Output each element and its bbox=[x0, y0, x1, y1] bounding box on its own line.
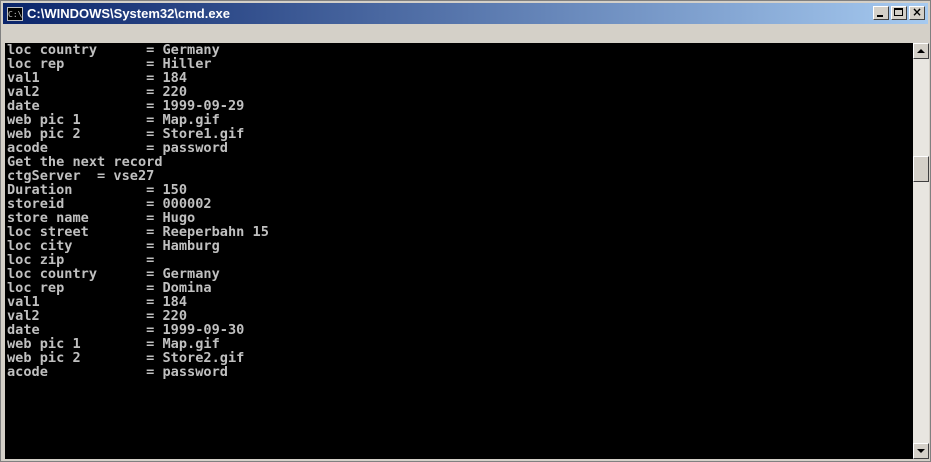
scroll-thumb[interactable] bbox=[913, 156, 929, 182]
console-line: date = 1999-09-30 bbox=[7, 322, 245, 338]
console-line: acode = password bbox=[7, 140, 228, 156]
console-line: loc rep = Hiller bbox=[7, 56, 212, 72]
title-bar[interactable]: C:\ C:\WINDOWS\System32\cmd.exe × bbox=[3, 3, 928, 24]
console-line: val1 = 184 bbox=[7, 294, 188, 310]
minimize-button[interactable] bbox=[873, 6, 889, 20]
cmd-window: C:\ C:\WINDOWS\System32\cmd.exe × loc co… bbox=[0, 0, 931, 462]
minimize-icon bbox=[877, 15, 883, 17]
console-line: loc zip = bbox=[7, 252, 155, 268]
console-line: loc rep = Domina bbox=[7, 280, 212, 296]
console-line: val1 = 184 bbox=[7, 70, 188, 86]
console-line: web pic 2 = Store2.gif bbox=[7, 350, 245, 366]
cmd-icon[interactable]: C:\ bbox=[7, 6, 23, 21]
console-line: web pic 1 = Map.gif bbox=[7, 336, 220, 352]
maximize-icon bbox=[894, 8, 903, 16]
console-line: loc city = Hamburg bbox=[7, 238, 220, 254]
window-title: C:\WINDOWS\System32\cmd.exe bbox=[27, 6, 231, 21]
console-line: loc country = Germany bbox=[7, 266, 220, 282]
console-line: Duration = 150 bbox=[7, 182, 188, 198]
close-button[interactable]: × bbox=[909, 5, 925, 20]
console-line: date = 1999-09-29 bbox=[7, 98, 245, 114]
scroll-down-button[interactable] bbox=[913, 443, 929, 459]
console-output[interactable]: loc country = Germany loc rep = Hiller val… bbox=[5, 43, 913, 459]
console-line: acode = password bbox=[7, 364, 228, 380]
console-line: store name = Hugo bbox=[7, 210, 196, 226]
console-line: ctgServer = vse27 bbox=[7, 168, 155, 184]
console-line: web pic 1 = Map.gif bbox=[7, 112, 220, 128]
scroll-up-button[interactable] bbox=[913, 43, 929, 59]
console-text: loc country = Germany loc rep = Hiller val… bbox=[5, 43, 913, 379]
console-line: storeid = 000002 bbox=[7, 196, 212, 212]
console-line: loc country = Germany bbox=[7, 43, 220, 58]
console-line: loc street = Reeperbahn 15 bbox=[7, 224, 269, 240]
console-line: Get the next record bbox=[7, 154, 163, 170]
maximize-button[interactable] bbox=[891, 6, 907, 20]
vertical-scrollbar[interactable] bbox=[913, 43, 929, 459]
console-line: val2 = 220 bbox=[7, 84, 188, 100]
scroll-down-arrow-icon bbox=[917, 449, 925, 453]
close-icon: × bbox=[911, 5, 923, 19]
console-line: val2 = 220 bbox=[7, 308, 188, 324]
window-controls: × bbox=[871, 5, 925, 20]
scroll-up-arrow-icon bbox=[917, 49, 925, 53]
console-line: web pic 2 = Store1.gif bbox=[7, 126, 245, 142]
